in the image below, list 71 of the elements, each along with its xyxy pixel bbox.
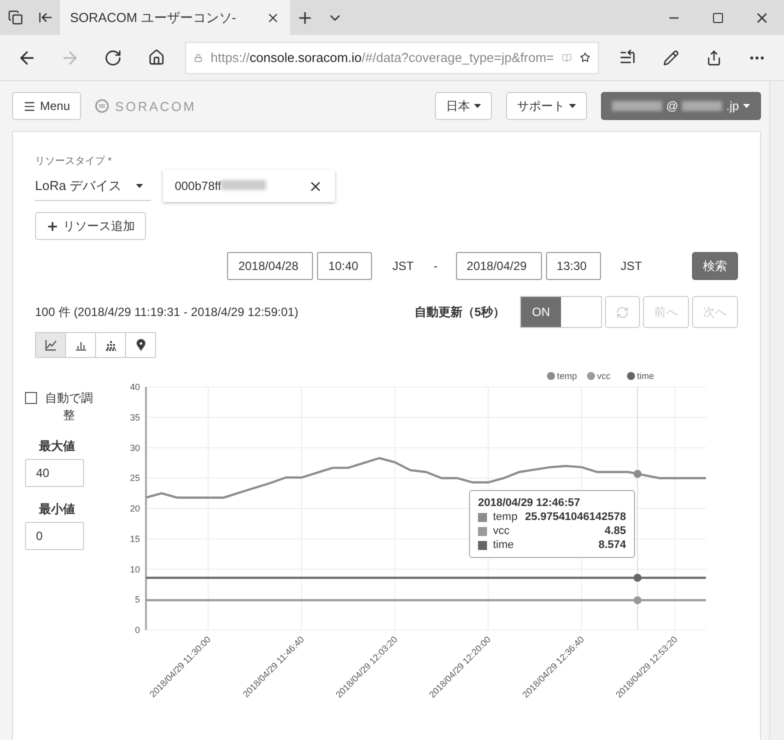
range-separator: - — [434, 259, 438, 273]
min-value-field[interactable]: 0 — [25, 522, 84, 550]
field-label: 最大値 — [39, 438, 75, 455]
time-field[interactable]: 13:30 — [546, 252, 601, 280]
line-chart-icon — [44, 339, 56, 351]
legend-label[interactable]: temp — [557, 371, 578, 381]
data-point — [634, 596, 642, 604]
auto-refresh-label: 自動更新（5秒） — [414, 304, 505, 320]
checkbox-label: 自動で調整 — [44, 390, 94, 424]
chart-type-button[interactable] — [95, 332, 126, 358]
chart-type-button[interactable] — [35, 332, 66, 358]
tooltip-value: 8.574 — [598, 539, 626, 551]
stacked-bar-icon — [104, 339, 116, 351]
browser-tab[interactable]: SORACOM ユーザーコンソ- — [60, 0, 290, 35]
logo: SORACOM — [95, 98, 196, 114]
support-dropdown[interactable]: サポート — [506, 92, 587, 120]
chart-type-button[interactable] — [65, 332, 96, 358]
auto-adjust-checkbox[interactable] — [25, 392, 37, 404]
menu-button[interactable]: Menu — [12, 92, 82, 120]
add-resource-button[interactable]: リソース追加 — [35, 212, 146, 240]
logo-icon — [95, 99, 110, 113]
tooltip-series-name: vcc — [493, 525, 510, 537]
auto-refresh-toggle[interactable]: ON — [520, 296, 602, 328]
refresh-icon — [616, 306, 629, 318]
language-dropdown[interactable]: 日本 — [435, 92, 492, 120]
bar-chart-icon — [74, 339, 86, 351]
series-swatch — [478, 540, 487, 550]
data-point — [634, 574, 642, 582]
menu-icon — [23, 100, 36, 112]
caret-icon — [742, 104, 750, 108]
search-button[interactable]: 検索 — [692, 252, 738, 280]
y-tick-label: 10 — [130, 564, 140, 574]
series-swatch — [478, 512, 487, 522]
timezone-label: JST — [392, 259, 414, 273]
plus-icon — [46, 220, 59, 232]
date-field[interactable]: 2018/04/28 — [227, 252, 314, 280]
y-tick-label: 35 — [130, 412, 140, 422]
resource-type-select[interactable]: LoRa デバイス — [35, 172, 151, 200]
date-field[interactable]: 2018/04/29 — [456, 252, 542, 280]
caret-icon — [136, 184, 143, 188]
legend-label[interactable]: time — [637, 371, 654, 381]
y-tick-label: 30 — [130, 442, 140, 453]
legend-label[interactable]: vcc — [597, 371, 610, 381]
y-tick-label: 20 — [130, 504, 140, 514]
timezone-label: JST — [620, 259, 642, 273]
y-tick-label: 40 — [130, 382, 140, 392]
url-text: https://console.soracom.io/#/data?coverage_type=jp&from= — [210, 50, 554, 65]
account-dropdown[interactable]: @ .jp — [601, 92, 761, 120]
caret-icon — [474, 104, 481, 108]
y-tick-label: 5 — [134, 594, 140, 605]
tooltip-value: 4.85 — [604, 525, 626, 537]
y-tick-label: 0 — [134, 625, 140, 635]
field-label: 最小値 — [39, 501, 75, 518]
result-summary: 100 件 (2018/4/29 11:19:31 - 2018/4/29 12:59:01) — [35, 304, 298, 320]
tooltip-title: 2018/04/29 12:46:57 — [478, 497, 580, 509]
map-pin-icon — [134, 339, 146, 351]
caret-icon — [569, 104, 576, 108]
tab-title: SORACOM ユーザーコンソ- — [70, 8, 236, 26]
y-tick-label: 15 — [130, 534, 140, 544]
chart-type-button[interactable] — [125, 332, 156, 358]
y-tick-label: 25 — [130, 473, 140, 484]
field-label: リソースタイプ * — [35, 154, 113, 168]
series-swatch — [478, 526, 487, 536]
address-bar[interactable]: https://console.soracom.io/#/data?coverage_type=jp&from= — [185, 42, 599, 74]
tooltip-value: 25.97541046142578 — [525, 511, 626, 523]
time-field[interactable]: 10:40 — [317, 252, 372, 280]
data-point — [634, 470, 642, 478]
tooltip-series-name: time — [493, 539, 514, 551]
tooltip-series-name: temp — [493, 511, 518, 523]
resource-chip[interactable]: 000b78ff — [162, 170, 335, 202]
max-value-field[interactable]: 40 — [25, 459, 84, 487]
